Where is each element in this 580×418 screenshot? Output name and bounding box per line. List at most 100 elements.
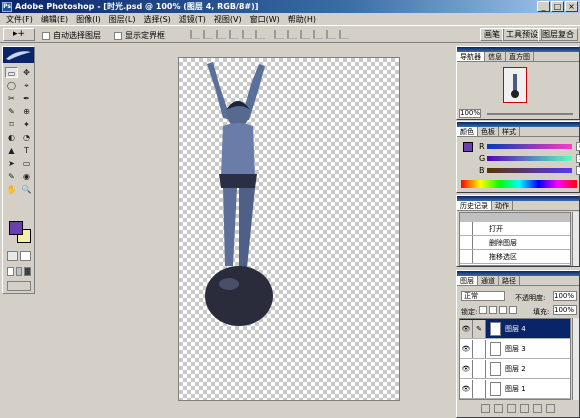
clone-stamp-icon[interactable]: ⌑ <box>5 119 18 130</box>
shape-tool-icon[interactable]: ▭ <box>20 158 33 169</box>
eye-icon[interactable]: 👁 <box>460 339 473 358</box>
blue-value[interactable]: 187 <box>576 166 580 175</box>
color-panel-foreground[interactable] <box>463 142 473 152</box>
eraser-tool-icon[interactable]: ◐ <box>5 132 18 143</box>
adjustment-layer-icon[interactable] <box>520 404 529 413</box>
distribute-right-icon[interactable] <box>339 30 349 39</box>
magic-wand-icon[interactable]: ⌖ <box>20 80 33 91</box>
layer-row[interactable]: 👁 图层 2 <box>460 359 570 379</box>
tab-layers[interactable]: 图层 <box>457 276 478 285</box>
history-item[interactable]: 拖移选区 <box>460 250 570 264</box>
align-vcenter-icon[interactable] <box>203 30 213 39</box>
color-ramp[interactable] <box>461 180 577 188</box>
align-bottom-icon[interactable] <box>216 30 226 39</box>
distribute-left-icon[interactable] <box>313 30 323 39</box>
fill-field[interactable]: 100% <box>553 305 577 315</box>
layer-mask-icon[interactable] <box>494 404 503 413</box>
lock-position-icon[interactable] <box>499 306 507 314</box>
green-slider[interactable] <box>487 156 572 161</box>
history-item[interactable]: 打开 <box>460 222 570 236</box>
history-source-icon[interactable] <box>460 250 473 263</box>
notes-tool-icon[interactable]: ✎ <box>5 171 18 182</box>
menu-help[interactable]: 帮助(H) <box>284 14 320 25</box>
history-snapshot-row[interactable] <box>460 213 570 222</box>
eye-icon[interactable]: 👁 <box>460 379 473 398</box>
pen-tool-icon[interactable]: ➤ <box>5 158 18 169</box>
fullscreen-icon[interactable] <box>24 267 32 276</box>
menu-layer[interactable]: 图层(L) <box>105 14 140 25</box>
show-bounds-checkbox[interactable] <box>114 31 122 40</box>
tab-swatches[interactable]: 色板 <box>478 127 499 136</box>
lock-pixels-icon[interactable] <box>489 306 497 314</box>
close-button[interactable]: × <box>565 1 578 12</box>
menu-image[interactable]: 图像(I) <box>72 14 105 25</box>
distribute-bottom-icon[interactable] <box>300 30 310 39</box>
healing-brush-icon[interactable]: ✎ <box>5 106 18 117</box>
lock-transparency-icon[interactable] <box>479 306 487 314</box>
layer-row[interactable]: 👁 图层 1 <box>460 379 570 399</box>
layer-style-icon[interactable] <box>481 404 490 413</box>
maximize-button[interactable]: □ <box>551 1 564 12</box>
tool-preset-picker[interactable]: ▸+ <box>3 28 35 41</box>
blend-mode-select[interactable]: 正常 <box>461 291 505 301</box>
distribute-top-icon[interactable] <box>274 30 284 39</box>
eyedropper-tool-icon[interactable]: ◉ <box>20 171 33 182</box>
path-select-icon[interactable]: ▲ <box>5 145 18 156</box>
layer-row-selected[interactable]: 👁 ✎ 图层 4 <box>460 319 570 339</box>
history-brush-icon[interactable]: ✦ <box>20 119 33 130</box>
menu-edit[interactable]: 编辑(E) <box>37 14 72 25</box>
menu-select[interactable]: 选择(S) <box>139 14 174 25</box>
tab-color[interactable]: 颜色 <box>457 127 478 136</box>
align-right-icon[interactable] <box>255 30 265 39</box>
show-bounds-option[interactable]: 显示定界框 <box>114 30 165 41</box>
tab-actions[interactable]: 动作 <box>492 201 513 210</box>
layer-row[interactable]: 👁 图层 3 <box>460 339 570 359</box>
tab-histogram[interactable]: 直方图 <box>506 52 534 61</box>
hand-tool-icon[interactable]: ✋ <box>5 184 18 195</box>
brush-tool-icon[interactable]: ⊕ <box>20 106 33 117</box>
marquee-tool-icon[interactable]: ▭ <box>5 67 18 78</box>
slice-tool-icon[interactable]: ✒ <box>20 93 33 104</box>
fullscreen-menu-icon[interactable] <box>15 267 23 276</box>
crop-tool-icon[interactable]: ✂ <box>5 93 18 104</box>
standard-mode-icon[interactable] <box>7 251 18 261</box>
tab-styles[interactable]: 样式 <box>499 127 520 136</box>
layers-scrollbar[interactable] <box>572 318 579 400</box>
history-scrollbar[interactable] <box>572 212 579 266</box>
lock-all-icon[interactable] <box>509 306 517 314</box>
quickmask-mode-icon[interactable] <box>20 251 31 261</box>
layer-set-icon[interactable] <box>507 404 516 413</box>
navigator-zoom-field[interactable]: 100% <box>459 109 481 118</box>
blue-slider[interactable] <box>487 168 572 173</box>
link-icon[interactable] <box>473 379 486 398</box>
navigator-zoom-slider[interactable] <box>487 113 573 115</box>
document-canvas[interactable] <box>178 57 400 401</box>
link-icon[interactable] <box>473 359 486 378</box>
minimize-button[interactable]: _ <box>537 1 550 12</box>
history-source-icon[interactable] <box>460 236 473 249</box>
history-source-icon[interactable] <box>460 222 473 235</box>
link-icon[interactable] <box>473 339 486 358</box>
gradient-tool-icon[interactable]: ◔ <box>20 132 33 143</box>
history-item[interactable]: 删除图层 <box>460 236 570 250</box>
auto-select-option[interactable]: 自动选择图层 <box>42 30 101 41</box>
tab-paths[interactable]: 路径 <box>499 276 520 285</box>
new-layer-icon[interactable] <box>533 404 542 413</box>
menu-filter[interactable]: 滤镜(T) <box>175 14 210 25</box>
red-value[interactable]: 88 <box>576 142 580 151</box>
navigator-proxy-preview[interactable] <box>503 67 527 103</box>
distribute-vcenter-icon[interactable] <box>287 30 297 39</box>
eye-icon[interactable]: 👁 <box>460 359 473 378</box>
tab-info[interactable]: 信息 <box>485 52 506 61</box>
align-left-icon[interactable] <box>229 30 239 39</box>
move-tool-icon[interactable]: ✥ <box>20 67 33 78</box>
zoom-tool-icon[interactable]: 🔍 <box>20 184 33 195</box>
menu-view[interactable]: 视图(V) <box>210 14 246 25</box>
imageready-jump-icon[interactable] <box>7 281 31 291</box>
layer-comps-well-tab[interactable]: 图层复合 <box>538 28 578 41</box>
auto-select-checkbox[interactable] <box>42 31 50 40</box>
align-top-icon[interactable] <box>190 30 200 39</box>
align-hcenter-icon[interactable] <box>242 30 252 39</box>
type-tool-icon[interactable]: T <box>20 145 33 156</box>
distribute-hcenter-icon[interactable] <box>326 30 336 39</box>
